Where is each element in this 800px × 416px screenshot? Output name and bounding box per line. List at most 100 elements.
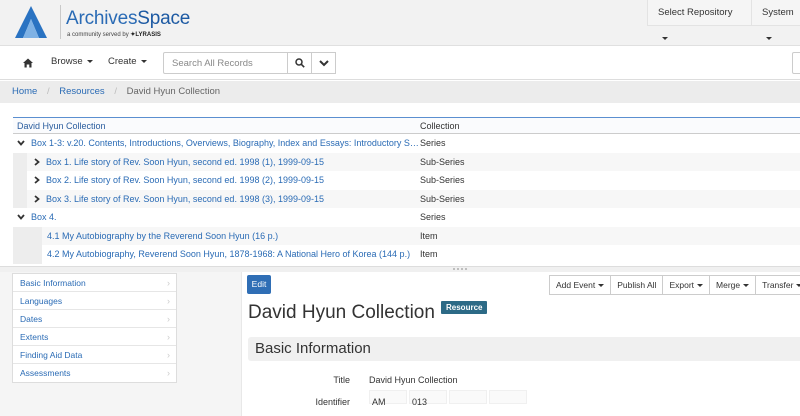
tree-row-title[interactable]: Box 3. Life story of Rev. Soon Hyun, sec… <box>46 194 324 204</box>
sidebar-item-dates[interactable]: Dates › <box>13 310 176 328</box>
archivesspace-logo-icon[interactable] <box>14 5 48 39</box>
chevron-down-icon <box>662 36 668 40</box>
tree-row-level: Series <box>420 212 446 222</box>
tree-row-title[interactable]: 4.1 My Autobiography by the Reverend Soo… <box>47 231 278 241</box>
browse-label: Browse <box>51 56 83 67</box>
breadcrumb-home[interactable]: Home <box>12 86 37 97</box>
brand-tagline: a community served by ✦LYRASIS <box>67 32 161 38</box>
tagline-prefix: a community served by <box>67 32 129 38</box>
tree-row[interactable]: Box 3. Life story of Rev. Soon Hyun, sec… <box>13 189 800 208</box>
publish-all-button[interactable]: Publish All <box>610 275 663 295</box>
breadcrumb-current: David Hyun Collection <box>126 86 221 97</box>
resource-tree: David Hyun Collection Collection Box 1-3… <box>13 117 800 265</box>
tree-indent <box>13 152 27 171</box>
chevron-right-icon[interactable] <box>33 157 41 166</box>
tree-row-title[interactable]: Box 1. Life story of Rev. Soon Hyun, sec… <box>46 157 324 167</box>
add-event-button[interactable]: Add Event <box>549 275 611 295</box>
chevron-right-icon[interactable] <box>33 194 41 203</box>
chevron-right-icon: › <box>167 368 170 378</box>
home-icon[interactable] <box>16 55 40 71</box>
sidebar-item-finding-aid-data[interactable]: Finding Aid Data › <box>13 346 176 364</box>
chevron-right-icon: › <box>167 332 170 342</box>
tree-row[interactable]: Box 1. Life story of Rev. Soon Hyun, sec… <box>13 152 800 171</box>
add-event-label: Add Event <box>556 280 596 290</box>
record-action-toolbar: Add Event Publish All Export Merge Trans… <box>549 275 800 295</box>
sidebar-item-label: Extents <box>20 332 49 342</box>
chevron-down-icon <box>697 284 704 288</box>
tree-indent <box>13 189 27 208</box>
select-repository-label: Select Repository <box>658 7 733 18</box>
identifier-field-label: Identifier <box>315 397 350 407</box>
chevron-down-icon[interactable] <box>17 139 25 147</box>
merge-label: Merge <box>716 280 741 290</box>
system-dropdown[interactable]: System <box>751 0 800 40</box>
tree-header-row[interactable]: David Hyun Collection Collection <box>13 117 800 134</box>
tree-row-title[interactable]: Box 4. <box>31 212 57 222</box>
sidebar-item-label: Assessments <box>20 368 71 378</box>
sidebar-item-assessments[interactable]: Assessments › <box>13 364 176 382</box>
tree-row-level: Item <box>420 249 438 259</box>
export-button[interactable]: Export <box>662 275 710 295</box>
create-label: Create <box>108 56 137 67</box>
tree-row[interactable]: Box 2. Life story of Rev. Soon Hyun, sec… <box>13 171 800 190</box>
identifier-cell <box>449 390 487 404</box>
app-header: ArchivesSpace a community served by ✦LYR… <box>0 0 800 46</box>
sidebar-item-label: Dates <box>20 314 43 324</box>
sidebar-item-extents[interactable]: Extents › <box>13 328 176 346</box>
tree-indent <box>13 226 42 245</box>
page-title: David Hyun Collection <box>248 302 435 323</box>
section-title: Basic Information <box>255 340 371 357</box>
tree-row-level: Sub-Series <box>420 156 465 167</box>
tree-row[interactable]: 4.2 My Autobiography, Reverend Soon Hyun… <box>13 245 800 264</box>
system-label: System <box>762 7 794 18</box>
tree-row-title[interactable]: 4.2 My Autobiography, Reverend Soon Hyun… <box>47 249 410 259</box>
drag-handle-icon[interactable] <box>452 267 468 271</box>
search-button[interactable] <box>287 52 312 74</box>
record-section-nav: Basic Information › Languages › Dates › Ext… <box>12 273 177 383</box>
chevron-right-icon: › <box>167 350 170 360</box>
record-type-badge: Resource <box>441 301 488 314</box>
chevron-down-icon <box>140 59 147 63</box>
browse-menu[interactable]: Browse <box>51 56 93 67</box>
sidebar-item-languages[interactable]: Languages › <box>13 292 176 310</box>
tree-row-level: Item <box>420 230 438 241</box>
brand-name[interactable]: ArchivesSpace <box>66 8 190 30</box>
main-toolbar: Browse Create <box>0 46 800 80</box>
basic-information-section-header: Basic Information <box>248 337 800 361</box>
title-field-value: David Hyun Collection <box>369 375 458 385</box>
sidebar-item-label: Languages <box>20 296 63 306</box>
chevron-down-icon <box>318 60 329 67</box>
publish-all-label: Publish All <box>617 280 657 290</box>
chevron-down-icon <box>766 36 772 40</box>
edit-button[interactable]: Edit <box>247 275 271 294</box>
tree-row-title[interactable]: Box 2. Life story of Rev. Soon Hyun, sec… <box>46 175 324 185</box>
chevron-right-icon[interactable] <box>33 176 41 184</box>
sidebar-item-label: Finding Aid Data <box>20 350 83 360</box>
merge-button[interactable]: Merge <box>709 275 756 295</box>
search-input[interactable] <box>163 52 288 74</box>
sidebar-item-label: Basic Information <box>20 278 86 288</box>
chevron-down-icon[interactable] <box>17 213 25 221</box>
select-repository-dropdown[interactable]: Select Repository <box>647 0 751 40</box>
search-icon <box>294 58 305 68</box>
tree-row[interactable]: Box 1-3: v.20. Contents, Introductions, … <box>13 134 800 153</box>
search-options-button[interactable] <box>311 52 336 74</box>
identifier-part-1: AM <box>372 397 386 407</box>
chevron-down-icon <box>86 59 93 63</box>
transfer-label: Transfer <box>762 280 794 290</box>
chevron-down-icon <box>598 284 605 288</box>
chevron-right-icon: › <box>167 278 170 288</box>
sidebar-item-basic-information[interactable]: Basic Information › <box>13 274 176 292</box>
transfer-button[interactable]: Transfer <box>755 275 800 295</box>
tree-root-level: Collection <box>420 121 460 131</box>
chevron-down-icon <box>743 284 750 288</box>
create-menu[interactable]: Create <box>108 56 147 67</box>
toolbar-right-control[interactable] <box>792 52 800 74</box>
tree-root-title[interactable]: David Hyun Collection <box>17 121 106 131</box>
tree-row[interactable]: Box 4. Series <box>13 208 800 227</box>
tree-row[interactable]: 4.1 My Autobiography by the Reverend Soo… <box>13 226 800 245</box>
title-field-label: Title <box>333 375 350 385</box>
tree-row-title[interactable]: Box 1-3: v.20. Contents, Introductions, … <box>31 138 419 148</box>
breadcrumb-resources[interactable]: Resources <box>59 86 104 97</box>
identifier-part-2: 013 <box>412 397 428 407</box>
